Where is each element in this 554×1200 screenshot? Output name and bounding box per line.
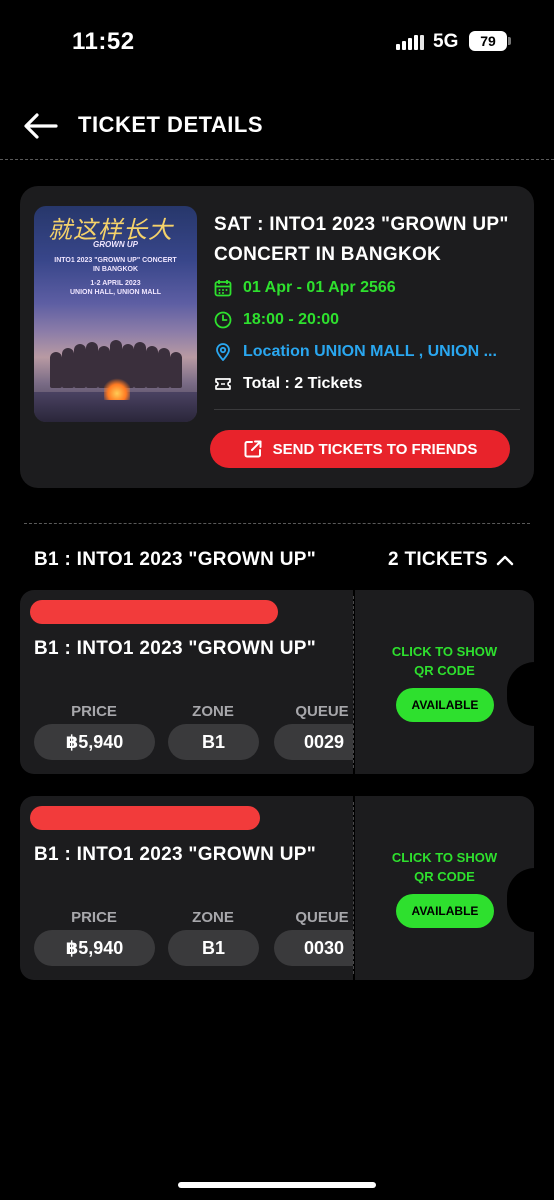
- battery-icon: 79: [469, 31, 511, 51]
- available-button[interactable]: AVAILABLE: [396, 894, 494, 928]
- signal-icon: [396, 34, 424, 50]
- event-time: 18:00 - 20:00: [243, 311, 340, 328]
- send-tickets-label: SEND TICKETS TO FRIENDS: [272, 440, 478, 458]
- page-title: TICKET DETAILS: [78, 112, 264, 137]
- ticket-card: B1 : INTO1 2023 "GROWN UP" PRICE ZONE QU…: [20, 796, 535, 980]
- divider: [0, 159, 554, 160]
- section-title: B1 : INTO1 2023 "GROWN UP": [34, 549, 317, 570]
- ticket-qr-stub[interactable]: CLICK TO SHOW QR CODE AVAILABLE: [355, 590, 535, 774]
- price-value: ฿5,940: [34, 724, 155, 760]
- send-tickets-button[interactable]: SEND TICKETS TO FRIENDS: [210, 430, 510, 468]
- poster-campfire: [104, 378, 130, 400]
- price-label: PRICE: [71, 703, 117, 720]
- ticket-name: B1 : INTO1 2023 "GROWN UP": [34, 638, 317, 659]
- event-total-row: Total : 2 Tickets: [214, 372, 362, 396]
- event-date: 01 Apr - 01 Apr 2566: [243, 279, 396, 296]
- event-title: SAT : INTO1 2023 "GROWN UP" CONCERT IN B…: [214, 214, 509, 265]
- event-location-row[interactable]: Location UNION MALL , UNION ...: [214, 340, 497, 364]
- header: TICKET DETAILS: [0, 100, 554, 158]
- poster-line: UNION HALL, UNION MALL: [70, 289, 161, 296]
- available-button[interactable]: AVAILABLE: [396, 688, 494, 722]
- divider: [24, 523, 530, 524]
- calendar-icon: [214, 279, 232, 297]
- poster-line: IN BANGKOK: [92, 266, 139, 273]
- price-label: PRICE: [71, 909, 117, 926]
- queue-value: 0029: [274, 724, 353, 760]
- card-divider: [214, 409, 520, 410]
- perforation: [353, 596, 354, 768]
- ticket-icon: [214, 375, 232, 393]
- price-value: ฿5,940: [34, 930, 155, 966]
- section-toggle[interactable]: 2 TICKETS: [388, 549, 514, 571]
- back-arrow-icon[interactable]: [22, 110, 58, 142]
- poster-line: 1-2 APRIL 2023: [90, 280, 141, 287]
- event-poster[interactable]: 就这样长大 GROWN UP INTO1 2023 "GROWN UP" CON…: [34, 206, 197, 422]
- chevron-up-icon: [496, 555, 514, 566]
- location-pin-icon: [214, 343, 232, 361]
- ticket-body: B1 : INTO1 2023 "GROWN UP" PRICE ZONE QU…: [20, 590, 353, 774]
- qr-instruction: CLICK TO SHOW QR CODE: [391, 644, 498, 678]
- network-type: 5G: [433, 31, 459, 52]
- status-time: 11:52: [72, 28, 135, 55]
- ticket-body: B1 : INTO1 2023 "GROWN UP" PRICE ZONE QU…: [20, 796, 353, 980]
- home-indicator[interactable]: [178, 1182, 376, 1188]
- ticket-card: B1 : INTO1 2023 "GROWN UP" PRICE ZONE QU…: [20, 590, 535, 774]
- queue-value: 0030: [274, 930, 353, 966]
- ticket-qr-stub[interactable]: CLICK TO SHOW QR CODE AVAILABLE: [355, 796, 535, 980]
- clock-icon: [214, 311, 232, 329]
- ticket-name: B1 : INTO1 2023 "GROWN UP": [34, 844, 317, 865]
- ticket-count: 2 TICKETS: [388, 549, 488, 570]
- queue-label: QUEUE: [295, 703, 349, 720]
- queue-label: QUEUE: [295, 909, 349, 926]
- poster-subtitle: GROWN UP: [93, 240, 138, 249]
- redacted-bar: [30, 806, 260, 830]
- qr-instruction: CLICK TO SHOW QR CODE: [391, 850, 498, 884]
- zone-value: B1: [168, 930, 259, 966]
- zone-value: B1: [168, 724, 259, 760]
- event-card: 就这样长大 GROWN UP INTO1 2023 "GROWN UP" CON…: [20, 186, 534, 488]
- status-bar: 11:52 5G 79: [0, 0, 554, 80]
- poster-line: INTO1 2023 "GROWN UP" CONCERT: [54, 257, 177, 264]
- event-date-row: 01 Apr - 01 Apr 2566: [214, 276, 396, 300]
- event-total: Total : 2 Tickets: [243, 375, 363, 392]
- event-time-row: 18:00 - 20:00: [214, 308, 339, 332]
- zone-label: ZONE: [192, 703, 234, 720]
- redacted-bar: [30, 600, 278, 624]
- external-link-icon: [243, 439, 263, 459]
- event-location[interactable]: Location UNION MALL , UNION ...: [243, 343, 497, 361]
- zone-label: ZONE: [192, 909, 234, 926]
- perforation: [353, 802, 354, 974]
